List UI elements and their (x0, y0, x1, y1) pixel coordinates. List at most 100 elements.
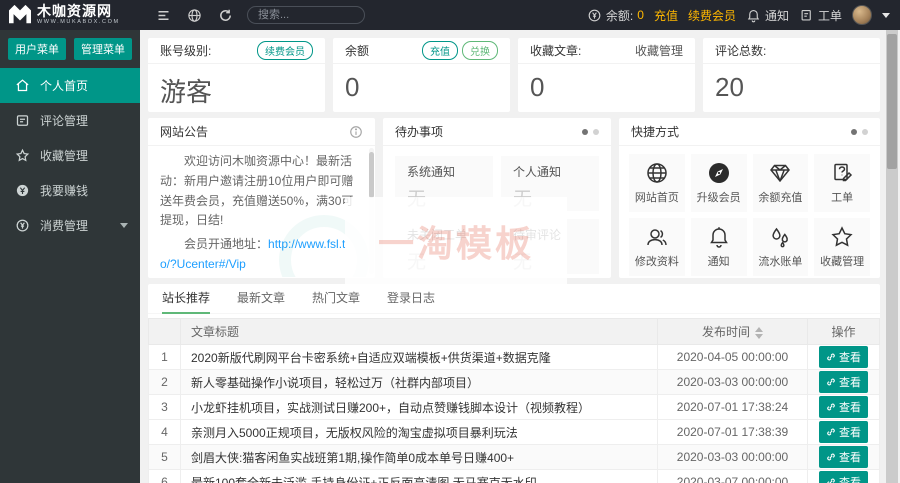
admin-menu-tab-button[interactable]: 管理菜单 (74, 38, 132, 60)
row-index: 2 (148, 369, 181, 395)
shortcut-work-order[interactable]: 工单 (814, 154, 870, 212)
article-title[interactable]: 小龙虾挂机项目，实战测试日赚200+，自动点赞赚钱脚本设计（视频教程） (180, 394, 658, 420)
carousel-dot-1[interactable] (582, 128, 588, 135)
sidebar-item-home[interactable]: 个人首页 (0, 68, 140, 103)
link-icon (827, 478, 835, 483)
sidebar-item-spending[interactable]: 消费管理 (0, 208, 140, 243)
card-label: 余额 (345, 44, 370, 58)
view-button[interactable]: 查看 (819, 371, 868, 393)
account-level-value: 游客 (160, 77, 213, 107)
article-title[interactable]: 亲测月入5000正规项目，无版权风险的淘宝虚拟项目暴利玩法 (180, 419, 658, 445)
todo-title: 待办事项 (395, 125, 444, 139)
shortcuts-panel: 快捷方式 网站首页 升级会员 余额充值 工单 修改资料 通知 流水账单 收藏管理 (619, 118, 880, 278)
shortcut-notifications[interactable]: 通知 (690, 218, 747, 276)
page-scrollbar[interactable] (886, 30, 898, 483)
todo-open-tickets[interactable]: 未关闭工单 无 (395, 219, 493, 274)
sidebar-item-favorites[interactable]: 收藏管理 (0, 138, 140, 173)
shortcut-label: 收藏管理 (820, 256, 865, 268)
renew-membership-link[interactable]: 续费会员 (688, 7, 736, 24)
view-button[interactable]: 查看 (819, 396, 868, 418)
time-column-header[interactable]: 发布时间 (657, 318, 808, 345)
shortcut-transaction-records[interactable]: 流水账单 (752, 218, 809, 276)
shortcut-favorites-manage[interactable]: 收藏管理 (814, 218, 870, 276)
view-button[interactable]: 查看 (819, 346, 868, 368)
shortcut-balance-recharge[interactable]: 余额充值 (752, 154, 809, 212)
search-input[interactable] (247, 6, 365, 24)
card-account-level: 账号级别: 续费会员 游客 (148, 38, 325, 112)
row-index: 4 (148, 419, 181, 445)
logo-title: 木咖资源网 (37, 3, 112, 20)
tab-latest-articles[interactable]: 最新文章 (237, 284, 285, 314)
todo-value: 无 (513, 252, 533, 273)
user-avatar[interactable] (852, 5, 872, 25)
user-menu-tab-button[interactable]: 用户菜单 (8, 38, 66, 60)
link-icon (827, 403, 835, 411)
todo-pending-comments[interactable]: 待审评论 无 (501, 219, 599, 274)
carousel-dot-2[interactable] (862, 128, 868, 135)
renew-membership-badge[interactable]: 续费会员 (257, 41, 313, 60)
announcement-title: 网站公告 (160, 125, 209, 139)
panels-row: 网站公告 欢迎访问木咖资源中心！最新活动：新用户邀请注册10位用户即可赠送年费会… (148, 118, 880, 278)
refresh-button[interactable] (218, 8, 233, 23)
announcement-body: 欢迎访问木咖资源中心！最新活动：新用户邀请注册10位用户即可赠送年费会员，充值赠… (148, 146, 375, 277)
todo-system-notices[interactable]: 系统通知 无 (395, 156, 493, 211)
sidebar-item-earn-money[interactable]: 我要赚钱 (0, 173, 140, 208)
recharge-link[interactable]: 充值 (654, 7, 678, 24)
publish-time: 2020-07-01 17:38:39 (657, 419, 808, 445)
main-content: 账号级别: 续费会员 游客 余额 充值 兑换 0 收藏文章: 收藏管理 0 评论… (140, 30, 900, 483)
home-icon (16, 79, 29, 92)
favorites-manage-link[interactable]: 收藏管理 (635, 42, 683, 59)
article-title[interactable]: 最新100套全新未泛滥 手持身份证+正反面高清图 无马赛克无水印 (180, 469, 658, 483)
balance-value: 0 (345, 72, 360, 102)
todo-label: 待审评论 (513, 228, 562, 242)
card-label: 账号级别: (160, 44, 212, 58)
view-button[interactable]: 查看 (819, 421, 868, 443)
article-title[interactable]: 新人零基础操作小说项目，轻松过万（社群内部项目） (180, 369, 658, 395)
carousel-dot-1[interactable] (851, 128, 857, 135)
app-window: 木咖资源网 WWW.MUKABOX.COM 余额: 0 充值 续费会员 通知 (0, 0, 900, 483)
row-index: 6 (148, 469, 181, 483)
work-order-button[interactable]: 工单 (799, 7, 842, 24)
balance-display[interactable]: 余额: 0 (587, 7, 644, 24)
view-button[interactable]: 查看 (819, 446, 868, 468)
page-scroll-thumb[interactable] (887, 34, 897, 169)
tab-login-log[interactable]: 登录日志 (387, 284, 435, 314)
link-icon (827, 428, 835, 436)
tab-recommended[interactable]: 站长推荐 (162, 284, 211, 314)
carousel-dot-2[interactable] (593, 128, 599, 135)
recharge-badge[interactable]: 充值 (422, 41, 458, 60)
articles-table: 文章标题 发布时间 操作 1 2020新版代刷网平台卡密系统+自适应双端模板+供… (148, 318, 880, 483)
sort-icon[interactable] (755, 326, 763, 339)
ticket-question-icon (834, 163, 853, 182)
exchange-badge[interactable]: 兑换 (462, 41, 498, 60)
link-label: 会员开通地址： (184, 237, 269, 252)
info-icon[interactable] (349, 125, 363, 139)
article-title[interactable]: 剑眉大侠:猫客闲鱼实战班第1期,操作简单0成本单号日赚400+ (180, 444, 658, 470)
announcement-scrollbar[interactable] (369, 148, 374, 274)
shortcut-upgrade-member[interactable]: 升级会员 (690, 154, 747, 212)
collapse-menu-button[interactable] (156, 8, 171, 23)
globe-icon (188, 8, 201, 22)
shortcut-label: 工单 (831, 192, 854, 204)
sidebar-item-label: 消费管理 (40, 219, 89, 233)
sidebar-item-comments[interactable]: 评论管理 (0, 103, 140, 138)
favorite-articles-value: 0 (530, 72, 545, 102)
coin-icon (16, 184, 29, 197)
user-menu-caret-icon[interactable] (882, 12, 890, 18)
todo-label: 系统通知 (407, 165, 456, 179)
article-title[interactable]: 2020新版代刷网平台卡密系统+自适应双端模板+供货渠道+数据克隆 (180, 344, 658, 370)
todo-label: 未关闭工单 (407, 228, 468, 242)
todo-personal-notices[interactable]: 个人通知 无 (501, 156, 599, 211)
stats-row: 账号级别: 续费会员 游客 余额 充值 兑换 0 收藏文章: 收藏管理 0 评论… (148, 38, 880, 112)
shortcut-edit-profile[interactable]: 修改资料 (629, 218, 685, 276)
shortcut-site-home[interactable]: 网站首页 (629, 154, 685, 212)
announcement-scroll-thumb[interactable] (369, 152, 374, 198)
view-button[interactable]: 查看 (819, 471, 868, 483)
users-icon (647, 229, 667, 246)
ticket-icon (801, 9, 811, 20)
tab-hot-articles[interactable]: 热门文章 (312, 284, 360, 314)
language-button[interactable] (187, 8, 202, 23)
notifications-button[interactable]: 通知 (746, 7, 789, 24)
sidebar-item-label: 收藏管理 (40, 149, 89, 163)
site-logo[interactable]: 木咖资源网 WWW.MUKABOX.COM (0, 0, 140, 30)
